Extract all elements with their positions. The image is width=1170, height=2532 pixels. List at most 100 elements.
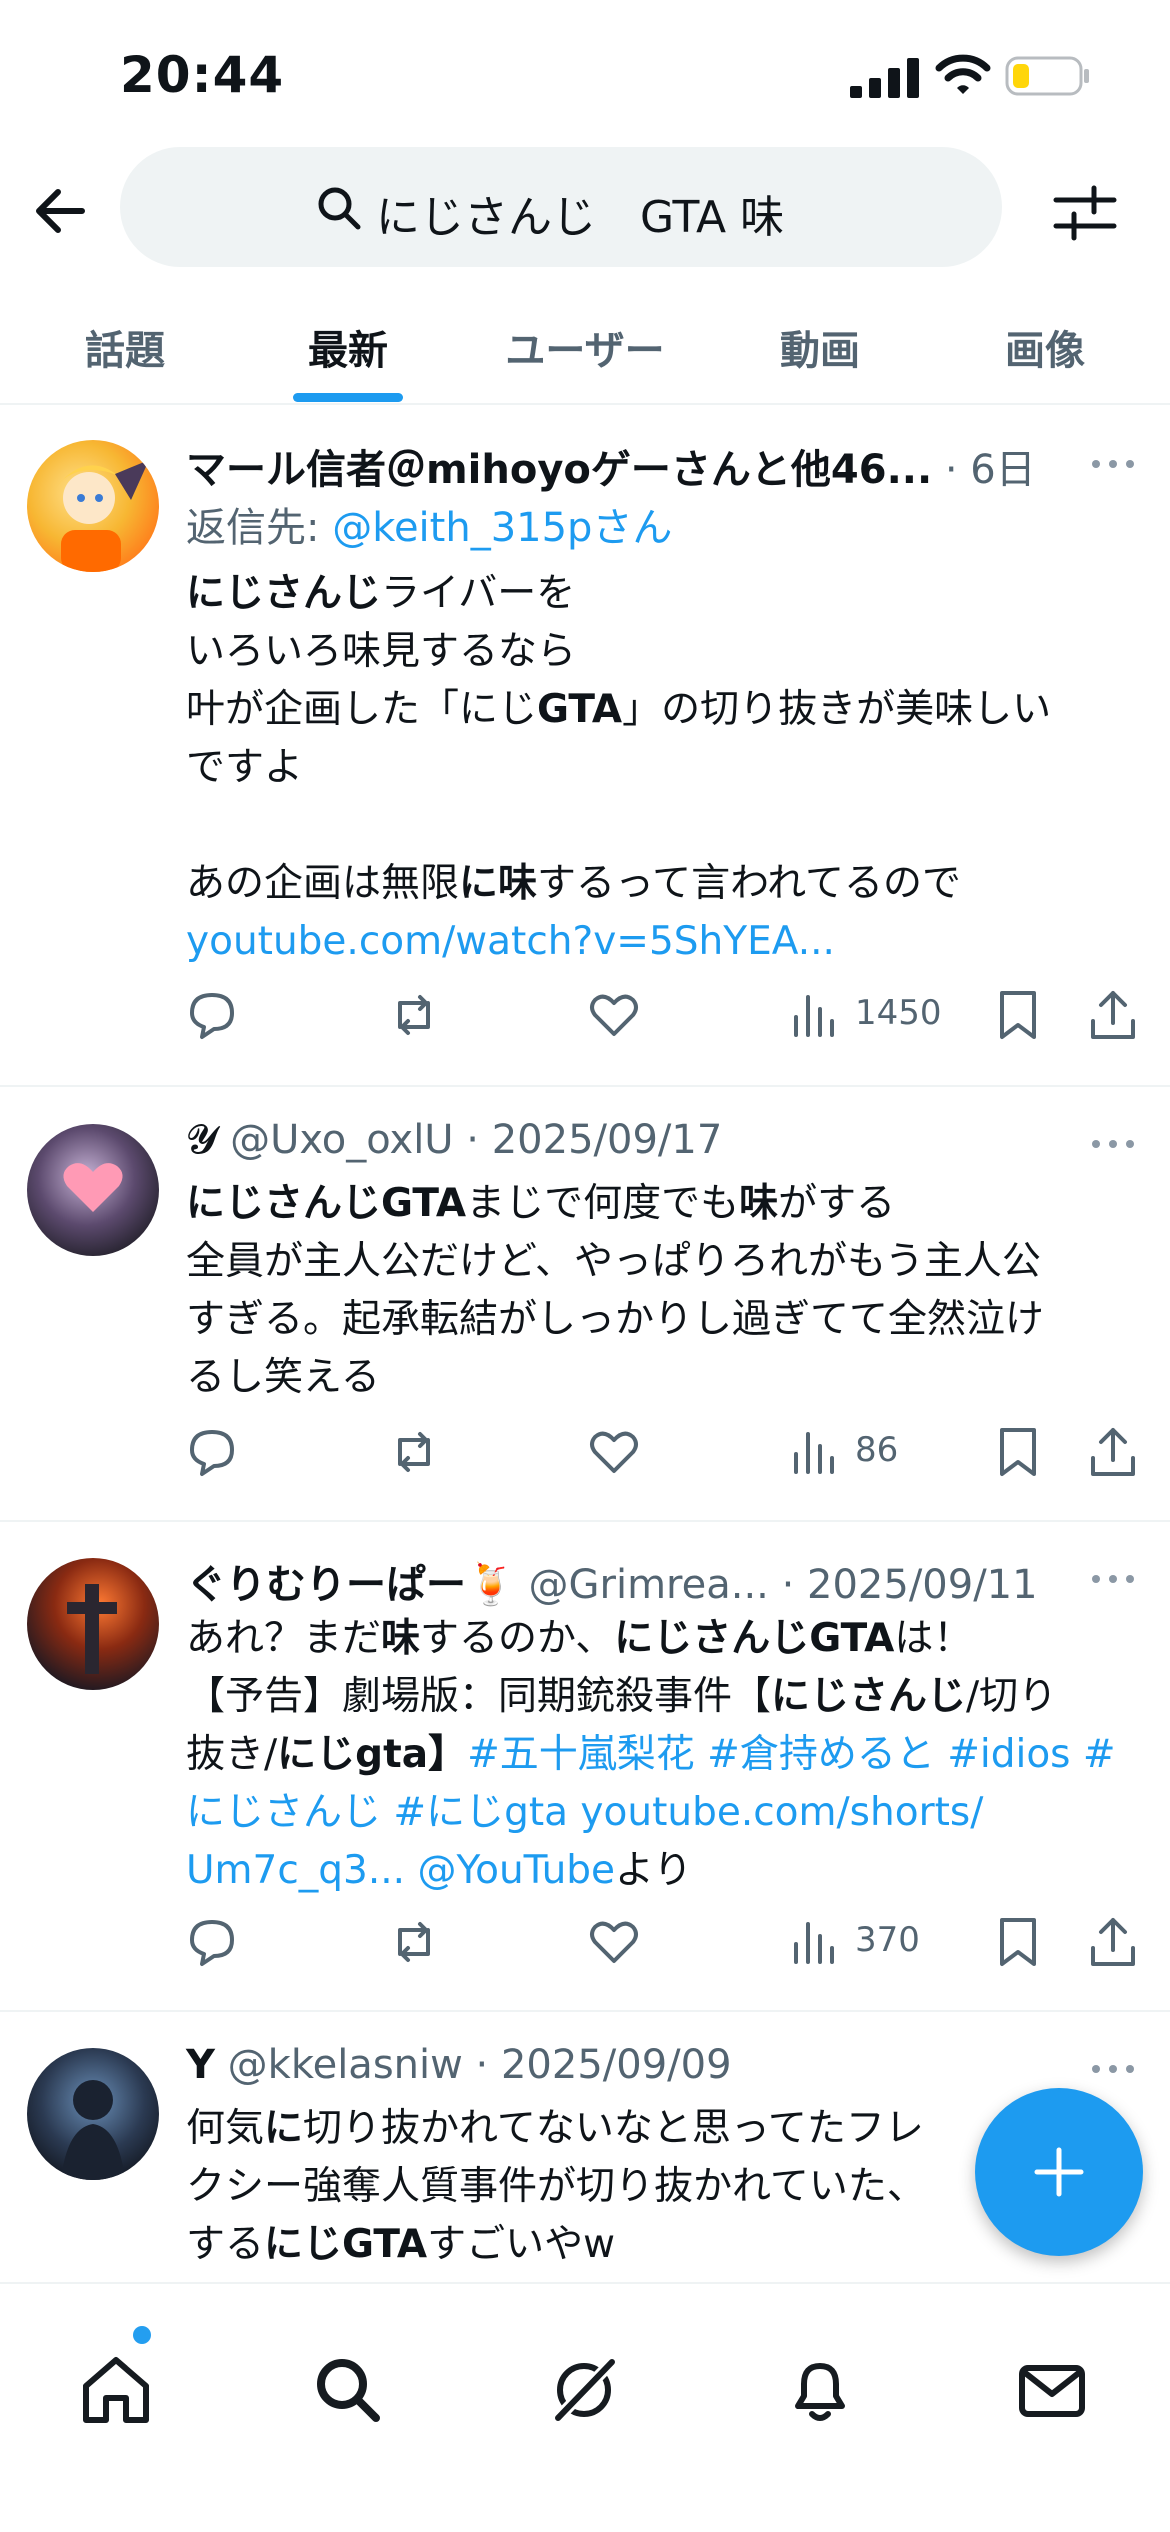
bookmark-icon[interactable] — [990, 1914, 1046, 1970]
post-header: マール信者＠mihoyoゲーさんと他46... · 6日 — [186, 437, 1036, 495]
post-line: youtube.com/watch?v=5ShYEA... — [186, 913, 1146, 971]
share-icon[interactable] — [1085, 987, 1141, 1043]
post-author-name[interactable]: Y — [186, 2042, 215, 2088]
tab-users[interactable]: ユーザー — [490, 290, 680, 403]
views-count: 86 — [855, 1430, 899, 1470]
post[interactable]: マール信者＠mihoyoゲーさんと他46... · 6日 返信先: @keith… — [0, 407, 1170, 1087]
post-link[interactable]: Um7c_q3... @YouTube — [186, 1848, 615, 1893]
wifi-icon — [935, 54, 991, 94]
post-line: あれ？まだ味するのか、にじさんじGTAは！ — [186, 1610, 1146, 1668]
text: 切り抜かれてないなと思ってたフレ — [303, 2106, 924, 2151]
text: いろいろ味見するなら — [186, 629, 577, 674]
avatar[interactable] — [27, 1124, 159, 1256]
post-author-name[interactable]: マール信者＠mihoyoゲーさんと他46... — [186, 447, 932, 493]
text: あれ？まだ — [186, 1616, 382, 1661]
filter-icon[interactable] — [1052, 180, 1118, 246]
post-author-name[interactable]: 𝓨 — [186, 1117, 217, 1163]
text: は！ — [894, 1616, 973, 1661]
reply-handle-link[interactable]: @keith_315pさん — [332, 505, 672, 551]
post-link[interactable]: youtube.com/watch?v=5ShYEA... — [186, 919, 835, 964]
post-meta: @Uxo_oxlU · 2025/09/17 — [217, 1117, 723, 1163]
grok-icon[interactable] — [546, 2352, 622, 2428]
search-query: にじさんじ GTA 味 — [376, 192, 785, 243]
text: 抜き/ — [186, 1732, 278, 1777]
reply-icon[interactable] — [184, 987, 240, 1043]
post-body: あれ？まだ味するのか、にじさんじGTAは！ 【予告】劇場版：同期銃殺事件【にじさ… — [186, 1610, 1146, 1900]
text: 叶が企画した「にじ — [186, 687, 538, 732]
post-line: 抜き/にじgta】#五十嵐梨花 #倉持めると #idios # — [186, 1726, 1146, 1784]
search-tabs: 話題 最新 ユーザー 動画 画像 — [0, 290, 1170, 405]
like-icon[interactable] — [586, 987, 642, 1043]
like-icon[interactable] — [586, 1424, 642, 1480]
highlight: にじ — [277, 1732, 356, 1777]
search-icon[interactable] — [310, 2352, 386, 2428]
like-icon[interactable] — [586, 1914, 642, 1970]
tab-latest[interactable]: 最新 — [278, 290, 418, 403]
repost-icon[interactable] — [386, 987, 442, 1043]
highlight: gta — [355, 1732, 429, 1777]
post-line: あの企画は無限に味するって言われてるので — [186, 855, 1146, 913]
status-time: 20:44 — [120, 46, 285, 104]
post-line: にじさんじ #にじgta youtube.com/shorts/ — [186, 1784, 1146, 1842]
post-line: Um7c_q3... @YouTubeより — [186, 1842, 1146, 1900]
text: より — [615, 1848, 693, 1893]
avatar-art — [67, 1584, 117, 1674]
share-icon[interactable] — [1085, 1424, 1141, 1480]
tab-images[interactable]: 画像 — [975, 290, 1115, 403]
post[interactable]: 𝓨 @Uxo_oxlU · 2025/09/17 にじさんじGTAまじで何度でも… — [0, 1087, 1170, 1522]
bookmark-icon[interactable] — [990, 987, 1046, 1043]
avatar-art — [57, 460, 149, 572]
highlight: にじさんじGTA — [186, 1181, 467, 1226]
post-line: 【予告】劇場版：同期銃殺事件【にじさんじ/切り — [186, 1668, 1146, 1726]
search-header: にじさんじ GTA 味 — [0, 140, 1170, 280]
post-line: いろいろ味見するなら — [186, 623, 1146, 681]
post[interactable]: ぐりむりーぱー🍹 @Grimrea... · 2025/09/11 あれ？まだ味… — [0, 1522, 1170, 2012]
highlight: 味 — [381, 1616, 421, 1661]
more-icon[interactable] — [1088, 2059, 1138, 2079]
avatar[interactable] — [27, 1558, 159, 1690]
avatar-art — [61, 2080, 125, 2180]
post-line: すぎる。起承転結がしっかりし過ぎてて全然泣け — [186, 1297, 1045, 1342]
compose-button[interactable] — [975, 2088, 1143, 2256]
text: /切り — [966, 1674, 1058, 1719]
bell-icon[interactable] — [782, 2352, 858, 2428]
share-icon[interactable] — [1085, 1914, 1141, 1970]
hashtag-links[interactable]: にじさんじ #にじgta youtube.com/shorts/ — [186, 1790, 983, 1835]
post-line: るし笑える — [186, 1355, 380, 1400]
text: 【予告】劇場版：同期銃殺事件【 — [186, 1674, 772, 1719]
tab-videos[interactable]: 動画 — [750, 290, 890, 403]
home-icon[interactable] — [78, 2352, 154, 2428]
reply-icon[interactable] — [184, 1914, 240, 1970]
back-arrow-icon[interactable] — [30, 180, 92, 242]
avatar[interactable] — [27, 440, 159, 572]
views-icon[interactable] — [788, 987, 844, 1043]
reply-prefix: 返信先: — [186, 505, 333, 551]
highlight: に味 — [459, 861, 538, 906]
post-actions: 370 — [0, 1914, 1170, 1984]
post-line: にじさんじライバーを — [186, 565, 1146, 623]
reply-icon[interactable] — [184, 1424, 240, 1480]
post-line: 全員が主人公だけど、やっぱりろれがもう主人公 — [186, 1239, 1041, 1284]
repost-icon[interactable] — [386, 1914, 442, 1970]
views-icon[interactable] — [788, 1914, 844, 1970]
post-author-name[interactable]: ぐりむりーぱー🍹 — [186, 1562, 516, 1608]
text: する — [186, 2222, 265, 2267]
highlight: に — [264, 2106, 304, 2151]
more-icon[interactable] — [1088, 1134, 1138, 1154]
text: がする — [778, 1181, 896, 1226]
highlight: GTA — [537, 687, 623, 732]
hashtag-links[interactable]: #五十嵐梨花 #倉持めると #idios # — [467, 1732, 1116, 1777]
more-icon[interactable] — [1088, 1569, 1138, 1589]
avatar[interactable] — [27, 2048, 159, 2180]
repost-icon[interactable] — [386, 1424, 442, 1480]
post-header: 𝓨 @Uxo_oxlU · 2025/09/17 — [186, 1117, 722, 1163]
tab-trending[interactable]: 話題 — [55, 290, 195, 403]
highlight: にじGTA — [264, 2222, 428, 2267]
views-icon[interactable] — [788, 1424, 844, 1480]
battery-icon — [1005, 56, 1089, 96]
search-input[interactable]: にじさんじ GTA 味 — [120, 147, 1002, 267]
highlight: 】 — [428, 1732, 468, 1777]
bookmark-icon[interactable] — [990, 1424, 1046, 1480]
more-icon[interactable] — [1088, 454, 1138, 474]
mail-icon[interactable] — [1014, 2352, 1090, 2428]
